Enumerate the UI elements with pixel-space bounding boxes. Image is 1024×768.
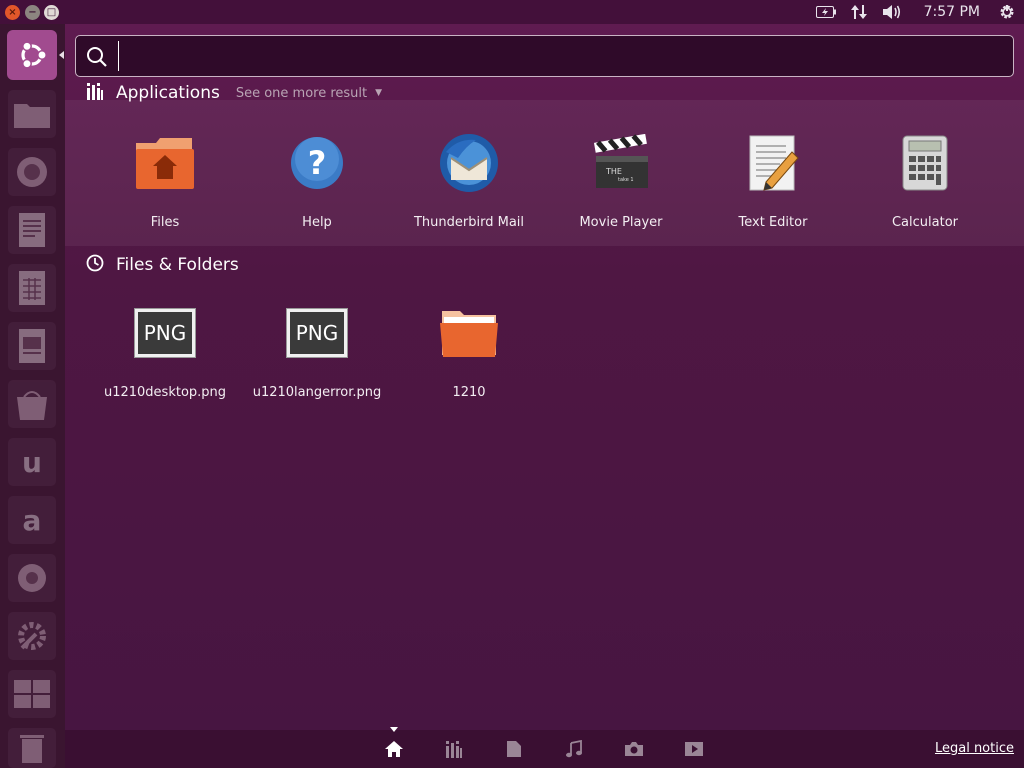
app-label: Files [150, 215, 180, 230]
launcher-impress-icon[interactable] [8, 322, 56, 370]
app-label: Text Editor [738, 215, 808, 230]
lens-bar: Legal notice [65, 727, 1024, 768]
volume-icon[interactable] [882, 4, 902, 20]
active-lens-arrow [390, 727, 398, 732]
file-label: 1210 [452, 385, 486, 400]
video-lens-icon[interactable] [682, 738, 706, 760]
network-transfer-icon[interactable] [850, 3, 868, 21]
thunderbird-icon [437, 131, 501, 195]
app-tile-movie-player[interactable]: THE take 1 Movie Player [545, 131, 697, 230]
applications-section-header: Applications See one more result ▼ [86, 82, 382, 104]
launcher-trash-icon[interactable] [8, 728, 56, 768]
launcher-writer-icon[interactable] [8, 206, 56, 254]
battery-icon[interactable] [815, 6, 836, 18]
svg-text:take 1: take 1 [618, 177, 634, 183]
folder-tile-1210[interactable]: 1210 [393, 301, 545, 400]
svg-text:THE: THE [605, 167, 622, 176]
text-editor-icon [741, 131, 805, 195]
app-tile-thunderbird[interactable]: Thunderbird Mail [393, 131, 545, 230]
file-tile-u1210desktop[interactable]: PNG u1210desktop.png [89, 301, 241, 400]
dash-overlay: Applications See one more result ▼ Files… [65, 24, 1024, 730]
app-tile-text-editor[interactable]: Text Editor [697, 131, 849, 230]
file-label: u1210desktop.png [103, 385, 227, 400]
app-tile-calculator[interactable]: Calculator [849, 131, 1001, 230]
clock[interactable]: 7:57 PM [924, 4, 980, 20]
caret-down-icon: ▼ [375, 88, 383, 98]
launcher-amazon-icon[interactable]: a [8, 496, 56, 544]
app-label: Movie Player [579, 215, 663, 230]
launcher-ubuntu-one-music-icon[interactable] [8, 554, 56, 602]
app-tile-files[interactable]: Files [89, 131, 241, 230]
home-lens-icon[interactable] [382, 738, 406, 760]
launcher-software-center-icon[interactable] [8, 380, 56, 428]
minimize-window-button[interactable]: − [25, 5, 40, 20]
app-tile-help[interactable]: ? Help [241, 131, 393, 230]
see-more-results-link[interactable]: See one more result ▼ [236, 86, 382, 101]
png-badge: PNG [295, 321, 339, 345]
png-image-icon: PNG [285, 301, 349, 365]
app-label: Calculator [891, 215, 958, 230]
files-title: Files & Folders [116, 255, 239, 275]
clapperboard-icon: THE take 1 [589, 131, 653, 195]
launcher: u a [0, 24, 65, 768]
search-box[interactable] [75, 35, 1014, 77]
applications-title: Applications [116, 83, 220, 103]
calculator-icon [893, 131, 957, 195]
ubuntu-logo-icon [21, 41, 47, 69]
see-more-label: See one more result [235, 85, 368, 101]
close-window-button[interactable]: × [5, 5, 20, 20]
launcher-system-settings-icon[interactable] [8, 612, 56, 660]
search-input[interactable] [118, 41, 998, 71]
help-icon: ? [285, 131, 349, 195]
maximize-window-button[interactable]: □ [44, 5, 59, 20]
dash-home-button[interactable] [7, 30, 57, 80]
applications-lens-icon[interactable] [442, 738, 466, 760]
music-lens-icon[interactable] [562, 738, 586, 760]
png-image-icon: PNG [133, 301, 197, 365]
file-tile-u1210langerror[interactable]: PNG u1210langerror.png [241, 301, 393, 400]
clock-recent-icon [86, 254, 104, 276]
png-badge: PNG [143, 321, 187, 345]
legal-notice-link[interactable]: Legal notice [935, 741, 1014, 756]
applications-category-icon [86, 82, 104, 104]
files-folder-icon [133, 131, 197, 195]
launcher-firefox-icon[interactable] [8, 148, 56, 196]
app-label: Help [302, 215, 332, 230]
app-label: Thunderbird Mail [413, 215, 525, 230]
launcher-ubuntu-one-icon[interactable]: u [8, 438, 56, 486]
top-panel: × − □ 7:57 PM [0, 0, 1024, 24]
files-section-header: Files & Folders [86, 254, 239, 276]
search-icon [86, 46, 108, 72]
files-lens-icon[interactable] [502, 738, 526, 760]
launcher-files-icon[interactable] [8, 90, 56, 138]
folder-icon [437, 301, 501, 365]
session-gear-icon[interactable] [998, 3, 1016, 21]
indicator-area: 7:57 PM [802, 0, 1024, 24]
launcher-active-arrow [59, 51, 64, 59]
launcher-calc-icon[interactable] [8, 264, 56, 312]
file-label: u1210langerror.png [252, 385, 382, 400]
svg-text:?: ? [308, 144, 327, 182]
launcher-workspace-switcher-icon[interactable] [8, 670, 56, 718]
photos-lens-icon[interactable] [622, 738, 646, 760]
